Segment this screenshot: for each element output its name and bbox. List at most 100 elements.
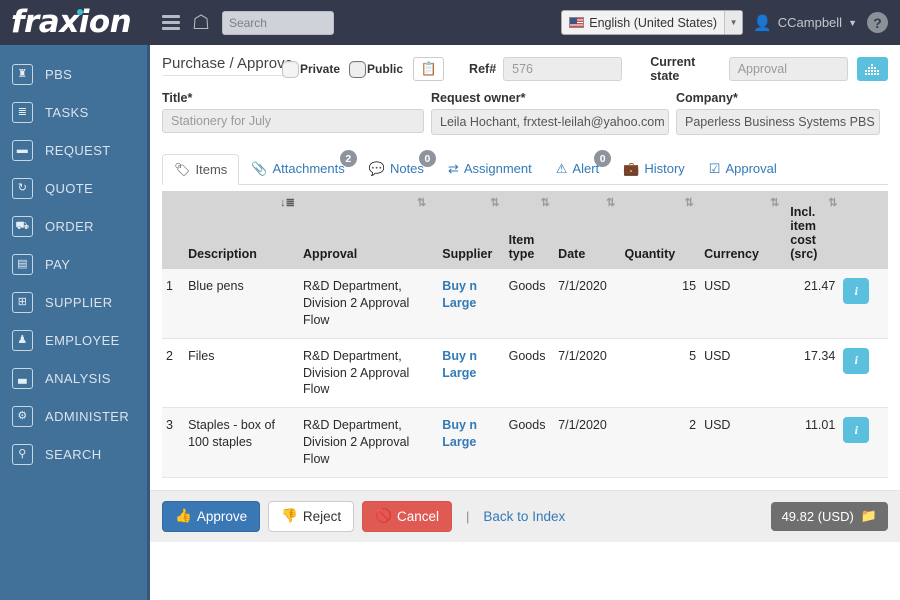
private-radio[interactable]: Private: [282, 60, 340, 78]
sort-icon[interactable]: ⇅: [541, 196, 550, 209]
row-approval: R&D Department, Division 2 Approval Flow: [299, 407, 439, 478]
info-icon-button[interactable]: i: [843, 278, 870, 304]
sidebar-item-order[interactable]: ⛟ ORDER: [0, 207, 147, 245]
col-incl-item-cost[interactable]: ⇅ Incl. item cost (src): [786, 191, 840, 269]
help-icon[interactable]: ?: [867, 12, 888, 33]
clipboard-add-icon[interactable]: 📋: [413, 57, 445, 81]
sidebar-item-employee[interactable]: ♟ EMPLOYEE: [0, 321, 147, 359]
tab-attachments[interactable]: 📎 Attachments 2: [239, 150, 357, 184]
sidebar-label: REQUEST: [45, 142, 111, 158]
form-row-top: Private Public 📋 Ref# 576 Current state …: [162, 54, 888, 84]
sidebar-item-administer[interactable]: ⚙ ADMINISTER: [0, 397, 147, 435]
sidebar-item-request[interactable]: ▬ REQUEST: [0, 131, 147, 169]
tab-assignment[interactable]: ⇄ Assignment: [436, 153, 544, 184]
reject-label: Reject: [302, 508, 342, 524]
ban-icon: 🚫: [375, 508, 392, 524]
comment-icon: 💬: [368, 161, 385, 176]
briefcase-icon: 💼: [623, 161, 640, 176]
table-row[interactable]: 1 Blue pens R&D Department, Division 2 A…: [162, 269, 888, 339]
sort-icon[interactable]: ⇅: [828, 196, 837, 209]
sidebar-item-search[interactable]: ⚲ SEARCH: [0, 435, 147, 473]
row-quantity: 5: [620, 338, 701, 409]
table-row[interactable]: 3 Staples - box of 100 staples R&D Depar…: [162, 407, 888, 478]
check-square-icon: ☑: [708, 161, 721, 176]
row-cost: 17.34: [786, 338, 840, 409]
sort-icon[interactable]: ⇅: [606, 196, 615, 209]
current-state-input[interactable]: Approval: [728, 57, 848, 81]
sidebar-label: SEARCH: [45, 446, 102, 462]
tab-approval[interactable]: ☑ Approval: [697, 153, 789, 184]
row-approval: R&D Department, Division 2 Approval Flow: [299, 338, 439, 409]
sort-icon[interactable]: ⇅: [770, 196, 779, 209]
search-input[interactable]: Search: [221, 10, 334, 35]
language-selector[interactable]: English (United States) ▼: [561, 10, 744, 35]
col-label: Approval: [303, 247, 358, 261]
row-currency: USD: [700, 338, 787, 409]
chevron-down-icon[interactable]: ▼: [724, 11, 743, 34]
sitemap-icon-button[interactable]: [856, 57, 888, 81]
chess-rook-icon: ♜: [12, 63, 33, 85]
sort-icon[interactable]: ⇅: [490, 196, 499, 209]
tab-history[interactable]: 💼 History: [611, 153, 697, 184]
col-date[interactable]: ⇅ Date: [554, 191, 621, 269]
company-value: Paperless Business Systems PBS: [685, 115, 875, 129]
info-icon-button[interactable]: i: [843, 347, 870, 374]
tasks-list-icon: ≣: [12, 101, 33, 123]
request-owner-select[interactable]: Leila Hochant, frxtest-leilah@yahoo.com …: [431, 109, 669, 135]
reject-button[interactable]: 👎 Reject: [268, 500, 355, 532]
col-item-type[interactable]: ⇅ Item type: [504, 191, 555, 269]
home-icon[interactable]: ☖: [192, 13, 210, 33]
language-label: English (United States): [589, 15, 718, 30]
ref-input[interactable]: 576: [503, 57, 623, 81]
col-approval[interactable]: ⇅ Approval: [299, 191, 439, 269]
col-quantity[interactable]: ⇅ Quantity: [620, 191, 701, 269]
approve-button[interactable]: 👍 Approve: [162, 500, 261, 532]
sidebar-item-analysis[interactable]: ▃ ANALYSIS: [0, 359, 147, 397]
body-region: ♜ PBS ≣ TASKS ▬ REQUEST ↻ QUOTE ⛟ ORDER …: [0, 45, 900, 600]
table-row[interactable]: 2 Files R&D Department, Division 2 Appro…: [162, 338, 888, 409]
row-supplier: Buy n Large: [438, 338, 505, 409]
supplier-link[interactable]: Buy n Large: [442, 279, 477, 310]
info-icon-button[interactable]: i: [843, 417, 870, 444]
company-select[interactable]: Paperless Business Systems PBS ▼: [676, 109, 880, 135]
back-to-index-link[interactable]: Back to Index: [483, 509, 565, 524]
col-label: Quantity: [624, 247, 676, 261]
cancel-button[interactable]: 🚫 Cancel: [362, 500, 453, 532]
row-description: Files: [184, 338, 300, 409]
person-icon: ♟: [12, 329, 33, 351]
col-supplier[interactable]: ⇅ Supplier: [438, 191, 505, 269]
col-description[interactable]: ↓≣ Description: [184, 191, 300, 269]
attachments-badge: 2: [339, 150, 357, 167]
sidebar-item-pay[interactable]: ▤ PAY: [0, 245, 147, 283]
refresh-icon: ↻: [12, 177, 33, 199]
gear-icon: ⚙: [12, 405, 33, 427]
sort-icon[interactable]: ⇅: [417, 196, 426, 209]
col-index: [162, 191, 185, 269]
order-total-badge[interactable]: 49.82 (USD) 📁: [770, 501, 888, 531]
request-owner-value: Leila Hochant, frxtest-leilah@yahoo.com: [440, 115, 665, 129]
title-input[interactable]: Stationery for July: [162, 109, 424, 133]
col-actions: [839, 191, 888, 269]
col-label: Item type: [508, 233, 535, 261]
sort-desc-icon[interactable]: ↓≣: [280, 196, 295, 209]
col-currency[interactable]: ⇅ Currency: [700, 191, 787, 269]
tab-label: Assignment: [463, 161, 532, 176]
tab-items[interactable]: 🏷 Items: [162, 154, 240, 185]
tab-notes[interactable]: 💬 Notes 0: [357, 150, 436, 184]
sidebar-item-quote[interactable]: ↻ QUOTE: [0, 169, 147, 207]
supplier-link[interactable]: Buy n Large: [442, 349, 477, 380]
tab-alert[interactable]: ⚠ Alert 0: [544, 150, 612, 184]
hamburger-menu-icon[interactable]: [162, 15, 180, 30]
user-menu[interactable]: 👤 CCampbell ▼: [753, 14, 857, 32]
sidebar-item-supplier[interactable]: ⊞ SUPPLIER: [0, 283, 147, 321]
public-radio[interactable]: Public: [349, 60, 403, 78]
col-label: Supplier: [442, 247, 493, 261]
items-table: ↓≣ Description ⇅ Approval ⇅ Supplier ⇅ I…: [162, 191, 888, 478]
title-field-group: Title* Stationery for July: [162, 91, 424, 135]
row-item-type: Goods: [504, 407, 555, 478]
sidebar-item-pbs[interactable]: ♜ PBS: [0, 55, 147, 93]
supplier-link[interactable]: Buy n Large: [442, 418, 477, 449]
sort-icon[interactable]: ⇅: [684, 196, 693, 209]
header-right-tools: English (United States) ▼ 👤 CCampbell ▼ …: [561, 10, 900, 35]
sidebar-item-tasks[interactable]: ≣ TASKS: [0, 93, 147, 131]
